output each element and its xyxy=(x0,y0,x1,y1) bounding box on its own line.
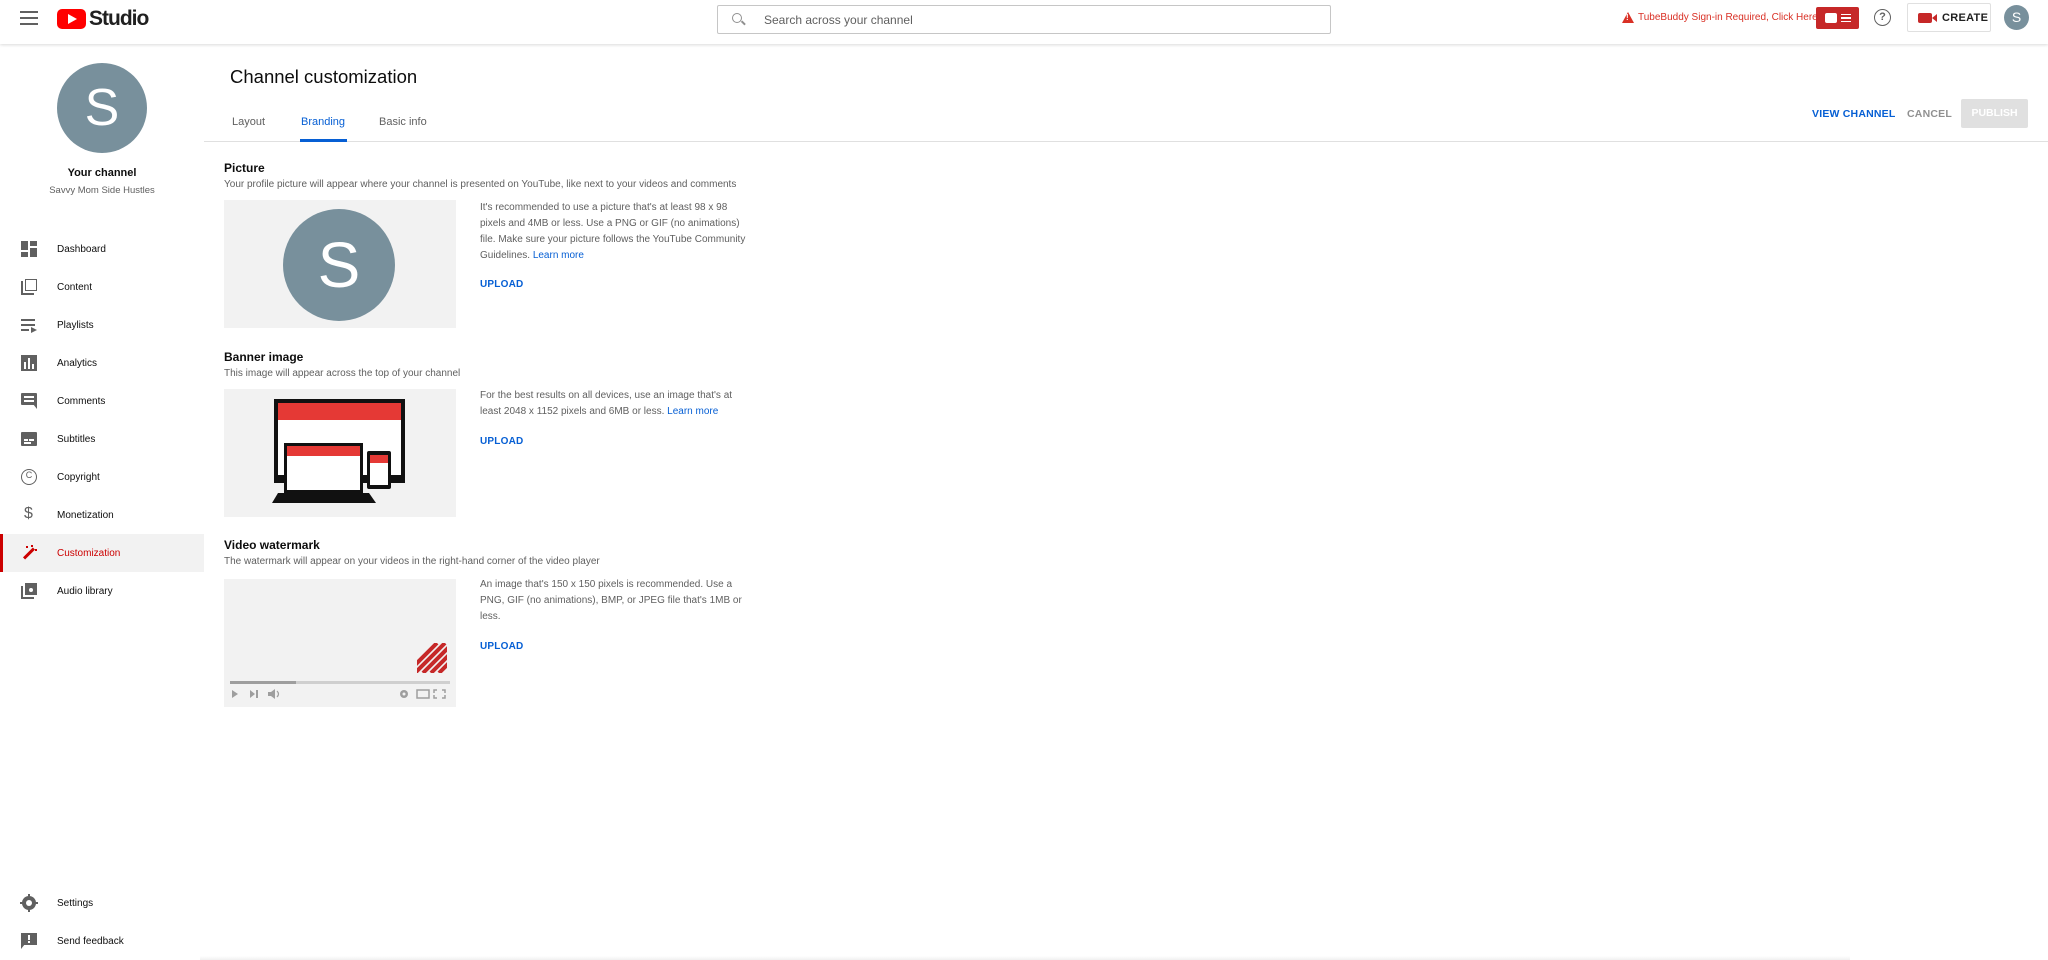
sidebar-item-settings[interactable]: Settings xyxy=(0,884,204,922)
studio-logo[interactable]: Studio xyxy=(57,7,149,31)
tubebuddy-icon xyxy=(1824,13,1837,23)
search-icon[interactable] xyxy=(732,12,746,27)
sidebar-item-audio-library[interactable]: Audio library xyxy=(0,572,204,610)
tab-branding[interactable]: Branding xyxy=(301,116,345,128)
feedback-icon xyxy=(21,933,37,949)
monetization-icon: $ xyxy=(24,505,33,522)
comments-icon xyxy=(21,393,37,409)
sidebar-item-label: Analytics xyxy=(57,357,98,369)
banner-upload-button[interactable]: UPLOAD xyxy=(480,436,523,447)
next-icon xyxy=(250,690,255,698)
sidebar-item-label: Monetization xyxy=(57,509,114,521)
watermark-icon xyxy=(417,643,447,673)
sidebar-item-subtitles[interactable]: Subtitles xyxy=(0,420,204,458)
picture-help-body: It's recommended to use a picture that's… xyxy=(480,202,746,261)
tubebuddy-button[interactable] xyxy=(1816,7,1859,29)
copyright-icon: C xyxy=(21,469,37,485)
sidebar-item-monetization[interactable]: $ Monetization xyxy=(0,496,204,534)
video-player-illustration xyxy=(230,643,450,699)
sidebar-item-label: Send feedback xyxy=(57,935,124,947)
profile-picture-avatar: S xyxy=(283,209,395,321)
content-icon xyxy=(21,279,37,295)
help-icon[interactable]: ? xyxy=(1874,9,1891,26)
sidebar-item-label: Copyright xyxy=(57,471,100,483)
picture-section-description: Your profile picture will appear where y… xyxy=(224,179,737,190)
sidebar-item-comments[interactable]: Comments xyxy=(0,382,204,420)
banner-learn-more-link[interactable]: Learn more xyxy=(667,406,718,417)
youtube-play-icon xyxy=(57,9,86,29)
bottom-edge-shadow xyxy=(200,956,1850,960)
search-input[interactable] xyxy=(764,12,1324,27)
warning-text: TubeBuddy Sign-in Required, Click Here xyxy=(1638,12,1818,23)
sidebar-item-customization[interactable]: Customization xyxy=(0,534,204,572)
channel-name: Savvy Mom Side Hustles xyxy=(49,185,155,196)
settings-icon xyxy=(20,894,38,912)
watermark-help-text: An image that's 150 x 150 pixels is reco… xyxy=(480,577,750,625)
sidebar-item-dashboard[interactable]: Dashboard xyxy=(0,230,204,268)
picture-upload-button[interactable]: UPLOAD xyxy=(480,279,523,290)
sidebar-item-label: Audio library xyxy=(57,585,113,597)
create-button[interactable]: CREATE xyxy=(1907,3,1991,32)
analytics-icon xyxy=(21,355,37,371)
sidebar-item-label: Playlists xyxy=(57,319,94,331)
subtitles-icon xyxy=(21,431,37,447)
your-channel-label: Your channel xyxy=(67,167,137,179)
warning-icon xyxy=(1622,12,1634,23)
customization-icon xyxy=(21,545,37,561)
account-avatar[interactable]: S xyxy=(2004,5,2029,30)
active-tab-indicator xyxy=(300,139,347,142)
channel-avatar[interactable]: S xyxy=(57,63,147,153)
list-icon xyxy=(1840,12,1851,25)
banner-section-title: Banner image xyxy=(224,350,304,364)
sidebar-item-label: Comments xyxy=(57,395,106,407)
picture-section-title: Picture xyxy=(224,161,265,175)
dashboard-icon xyxy=(21,241,37,257)
audio-library-icon xyxy=(21,583,37,599)
sidebar-item-label: Customization xyxy=(57,547,121,559)
devices-illustration xyxy=(272,399,405,503)
main-content: Channel customization Layout Branding Ba… xyxy=(204,44,2048,960)
search-bar[interactable] xyxy=(717,5,1331,34)
tab-bar: Layout Branding Basic info xyxy=(204,104,2048,142)
cancel-button[interactable]: CANCEL xyxy=(1907,108,1952,120)
watermark-section-description: The watermark will appear on your videos… xyxy=(224,556,600,567)
playlists-icon xyxy=(21,317,37,333)
sidebar-item-label: Settings xyxy=(57,897,94,909)
tubebuddy-warning-link[interactable]: TubeBuddy Sign-in Required, Click Here xyxy=(1622,12,1818,23)
watermark-section-title: Video watermark xyxy=(224,538,320,552)
page-title: Channel customization xyxy=(230,66,418,87)
sidebar-item-label: Subtitles xyxy=(57,433,96,445)
play-icon xyxy=(232,690,238,698)
view-channel-button[interactable]: VIEW CHANNEL xyxy=(1812,108,1895,120)
video-camera-icon xyxy=(1918,12,1937,23)
top-bar: Studio TubeBuddy Sign-in Required, Click… xyxy=(0,0,2048,44)
picture-learn-more-link[interactable]: Learn more xyxy=(533,250,584,261)
sidebar-item-analytics[interactable]: Analytics xyxy=(0,344,204,382)
volume-icon xyxy=(268,689,275,699)
banner-preview xyxy=(224,389,456,517)
sidebar-item-content[interactable]: Content xyxy=(0,268,204,306)
sidebar-item-copyright[interactable]: C Copyright xyxy=(0,458,204,496)
watermark-help-body: An image that's 150 x 150 pixels is reco… xyxy=(480,579,742,622)
banner-help-text: For the best results on all devices, use… xyxy=(480,388,750,420)
sidebar-item-label: Dashboard xyxy=(57,243,106,255)
sidebar-item-playlists[interactable]: Playlists xyxy=(0,306,204,344)
tab-basic-info[interactable]: Basic info xyxy=(379,116,427,128)
banner-section-description: This image will appear across the top of… xyxy=(224,368,461,379)
theater-mode-icon xyxy=(416,689,430,699)
fullscreen-icon xyxy=(433,689,446,699)
hamburger-menu-icon[interactable] xyxy=(20,11,38,25)
publish-button[interactable]: PUBLISH xyxy=(1961,99,2028,128)
sidebar: S Your channel Savvy Mom Side Hustles Da… xyxy=(0,44,204,960)
logo-text: Studio xyxy=(89,7,149,30)
create-label: CREATE xyxy=(1942,11,1989,24)
watermark-upload-button[interactable]: UPLOAD xyxy=(480,641,523,652)
picture-preview: S xyxy=(224,200,456,328)
tab-layout[interactable]: Layout xyxy=(232,116,265,128)
picture-help-text: It's recommended to use a picture that's… xyxy=(480,200,750,264)
sidebar-item-label: Content xyxy=(57,281,93,293)
watermark-preview xyxy=(224,579,456,707)
sidebar-item-send-feedback[interactable]: Send feedback xyxy=(0,922,204,960)
